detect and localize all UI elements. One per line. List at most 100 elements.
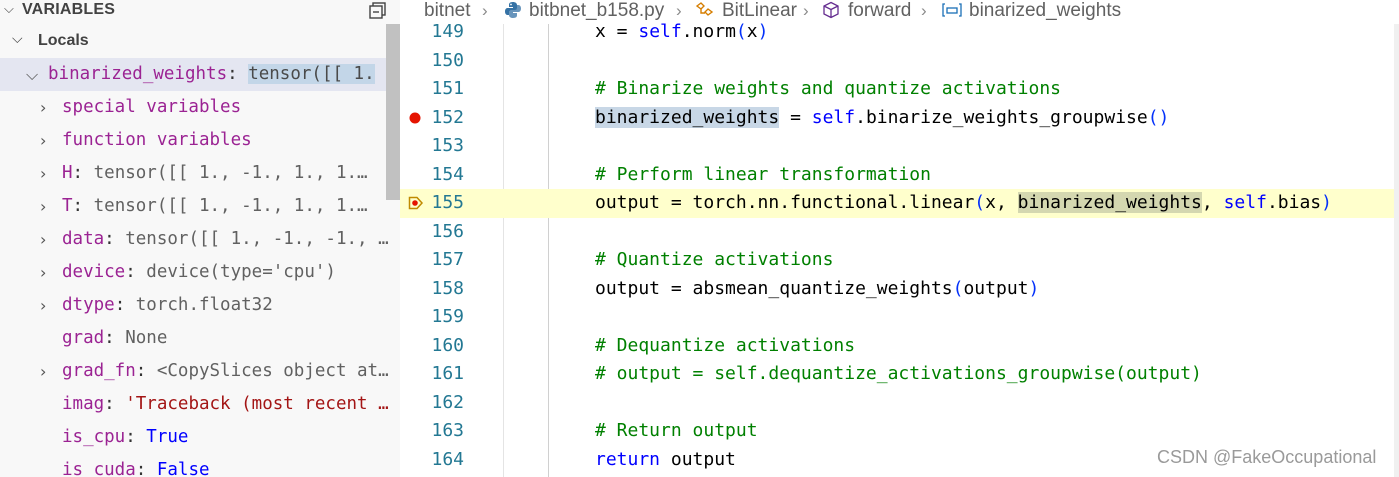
variable-row[interactable]: is_cpu: True [0, 421, 400, 454]
code-token: output [660, 448, 736, 470]
code-line[interactable]: 161 # output = self.dequantize_activation… [400, 360, 1399, 389]
code-token: ( [735, 21, 747, 42]
variable-name: is_cuda [62, 460, 136, 477]
variables-section-header[interactable]: ⌵ VARIABLES [0, 0, 400, 22]
chevron-right-icon[interactable]: › [40, 190, 54, 223]
line-code: output = absmean_quantize_weights(output… [595, 275, 1039, 304]
chevron-down-icon[interactable]: ⌵ [12, 31, 23, 47]
code-token: binarized_weights [595, 106, 780, 128]
line-number: 163 [431, 420, 464, 441]
line-code: # Quantize activations [595, 246, 833, 275]
collapse-all-icon[interactable] [368, 1, 388, 21]
code-token: .norm [681, 21, 736, 42]
variable-value: False [156, 460, 210, 477]
code-token: .bias [1266, 192, 1322, 213]
code-line[interactable]: 154 # Perform linear transformation [400, 161, 1399, 190]
code-token: .binarize_weights_groupwise [855, 106, 1148, 128]
variables-section-title: VARIABLES [22, 1, 116, 18]
chevron-right-icon[interactable]: › [40, 256, 54, 289]
code-token: # Binarize weights and quantize activati… [595, 78, 1061, 99]
variable-row[interactable]: imag: 'Traceback (most recent … [0, 388, 400, 421]
code-line-current[interactable]: 155 output = torch.nn.functional.linear(x… [400, 189, 1399, 218]
variable-content: is_cuda: False [62, 454, 394, 477]
code-line[interactable]: 157 # Quantize activations [400, 246, 1399, 275]
code-line[interactable]: 149 x = self.norm(x) [400, 18, 1399, 47]
code-token: return [595, 448, 661, 470]
code-line[interactable]: 163 # Return output [400, 417, 1399, 446]
code-token: self [638, 21, 682, 42]
line-code: return output [595, 446, 736, 475]
variable-value: torch.float32 [135, 295, 273, 315]
variable-name: device [62, 262, 126, 282]
code-line[interactable]: 158 output = absmean_quantize_weights(out… [400, 275, 1399, 304]
variable-row[interactable]: › data: tensor([[ 1., -1., -1., … [0, 223, 400, 256]
line-code: # output = self.dequantize_activations_g… [595, 360, 1202, 389]
chevron-right-icon[interactable]: › [40, 289, 54, 322]
variable-row[interactable]: › grad_fn: <CopySlices object at… [0, 355, 400, 388]
code-line[interactable]: 156 [400, 218, 1399, 247]
code-token: output = torch.nn.functional.linear [595, 192, 975, 213]
variable-name: H [62, 163, 73, 183]
chevron-down-icon[interactable]: ⌵ [4, 2, 14, 17]
code-line[interactable]: 159 [400, 303, 1399, 332]
variable-content: function variables [62, 124, 394, 157]
variable-content: T: tensor([[ 1., -1., 1., 1.… [62, 190, 394, 223]
chevron-right-icon[interactable]: › [40, 124, 54, 157]
code-line[interactable]: 150 [400, 47, 1399, 76]
variable-content: special variables [62, 91, 394, 124]
locals-scope-label: Locals [38, 32, 89, 49]
variable-name: grad_fn [62, 361, 136, 381]
variable-row[interactable]: › function variables [0, 124, 400, 157]
variable-row[interactable]: › device: device(type='cpu') [0, 256, 400, 289]
line-number: 162 [431, 391, 464, 413]
chevron-down-icon[interactable]: ⌵ [26, 58, 40, 91]
line-number: 153 [431, 135, 464, 156]
code-token: self [811, 106, 856, 128]
variable-name: binarized_weights [48, 64, 228, 84]
chevron-right-icon[interactable]: › [40, 157, 54, 190]
variable-name: is_cpu [62, 427, 126, 447]
stack-frame-icon[interactable] [408, 189, 424, 218]
code-line[interactable]: 153 [400, 132, 1399, 161]
variable-value: 'Traceback (most recent … [125, 394, 389, 414]
variable-row[interactable]: › H: tensor([[ 1., -1., 1., 1.… [0, 157, 400, 190]
line-number: 154 [431, 163, 464, 185]
variable-row[interactable]: › T: tensor([[ 1., -1., 1., 1.… [0, 190, 400, 223]
variable-content: H: tensor([[ 1., -1., 1., 1.… [62, 157, 394, 190]
variable-row-selected[interactable]: ⌵ binarized_weights: tensor([[ 1. [0, 58, 400, 91]
editor-scrollbar[interactable] [1394, 24, 1399, 477]
variable-row[interactable]: › special variables [0, 91, 400, 124]
code-token: ) [757, 21, 769, 42]
chevron-right-icon[interactable]: › [40, 355, 54, 388]
variable-separator: : [135, 460, 157, 477]
locals-scope-row[interactable]: ⌵ Locals [0, 30, 400, 54]
code-line[interactable]: 160 # Dequantize activations [400, 332, 1399, 361]
variable-separator: : [104, 394, 126, 414]
chevron-right-icon[interactable]: › [40, 91, 54, 124]
breakpoint-icon[interactable] [408, 104, 424, 133]
variable-name: T [62, 196, 73, 216]
line-number: 150 [431, 49, 464, 71]
variables-tree: ⌵ binarized_weights: tensor([[ 1. › special… [0, 58, 400, 477]
line-number: 155 [431, 192, 464, 213]
variable-row[interactable]: grad: None [0, 322, 400, 355]
variable-name: grad [62, 328, 105, 348]
variable-row[interactable]: is_cuda: False [0, 454, 400, 477]
sidebar-scrollbar-thumb[interactable] [386, 24, 400, 200]
variable-separator: : [72, 163, 94, 183]
code-editor[interactable]: 149 x = self.norm(x) 150 151 # Binarize weig… [400, 21, 1399, 477]
chevron-right-icon[interactable]: › [40, 223, 54, 256]
code-token: ) [1321, 192, 1332, 213]
line-number: 159 [431, 306, 464, 327]
code-line[interactable]: 152 binarized_weights = self.binarize_wei… [400, 104, 1399, 133]
code-line[interactable]: 151 # Binarize weights and quantize activ… [400, 75, 1399, 104]
code-line[interactable]: 162 [400, 389, 1399, 418]
line-code: binarized_weights = self.binarize_weight… [595, 104, 1169, 133]
code-token: ( [974, 192, 986, 213]
variable-separator: : [135, 361, 157, 381]
variable-name: data [62, 229, 105, 249]
line-number: 149 [431, 21, 464, 42]
variable-content: dtype: torch.float32 [62, 289, 394, 322]
variable-content: data: tensor([[ 1., -1., -1., … [62, 223, 394, 256]
variable-row[interactable]: › dtype: torch.float32 [0, 289, 400, 322]
